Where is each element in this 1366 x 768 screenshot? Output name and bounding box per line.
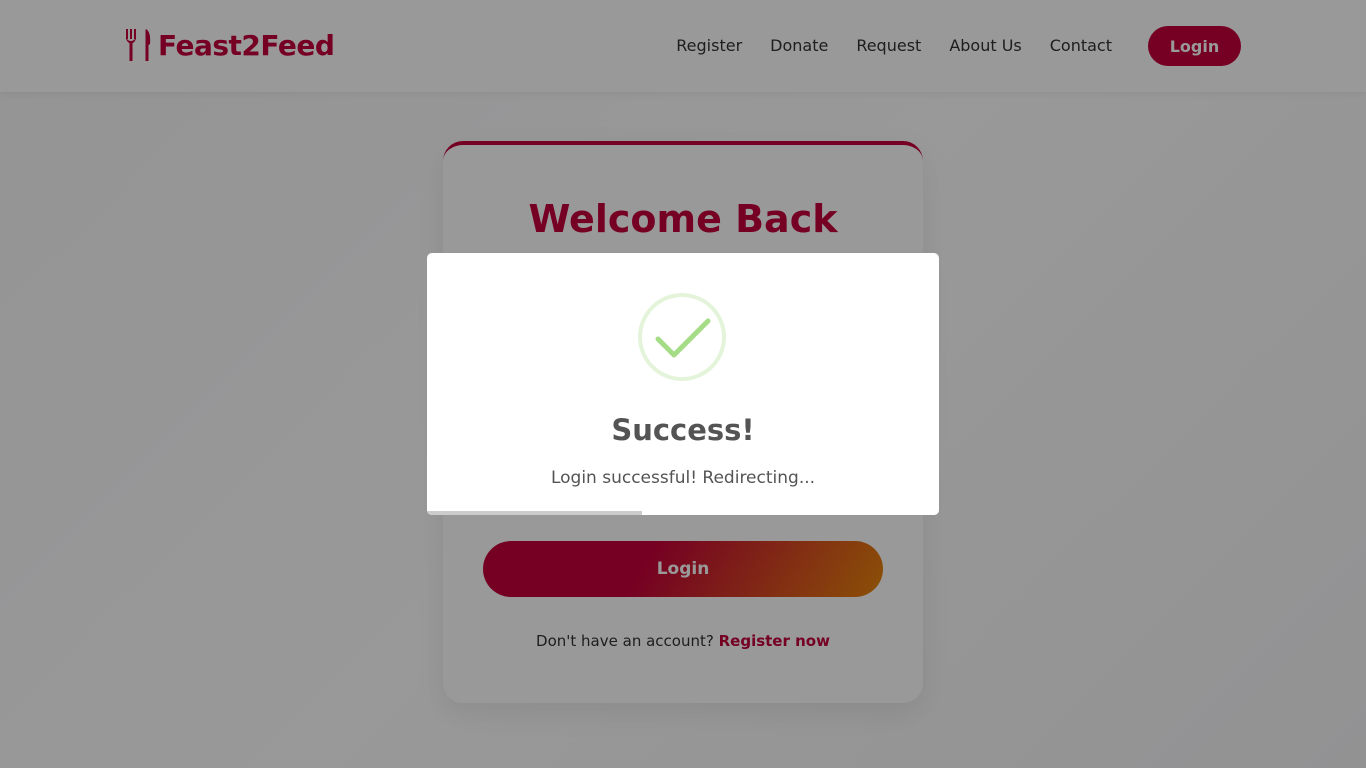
dialog-message: Login successful! Redirecting... <box>550 468 816 488</box>
success-dialog: Success! Login successful! Redirecting..… <box>427 253 939 515</box>
timer-progress-fill <box>427 511 643 515</box>
timer-progress-bar <box>427 511 939 515</box>
checkmark-circle-icon <box>638 293 726 381</box>
dialog-title: Success! <box>611 413 755 447</box>
